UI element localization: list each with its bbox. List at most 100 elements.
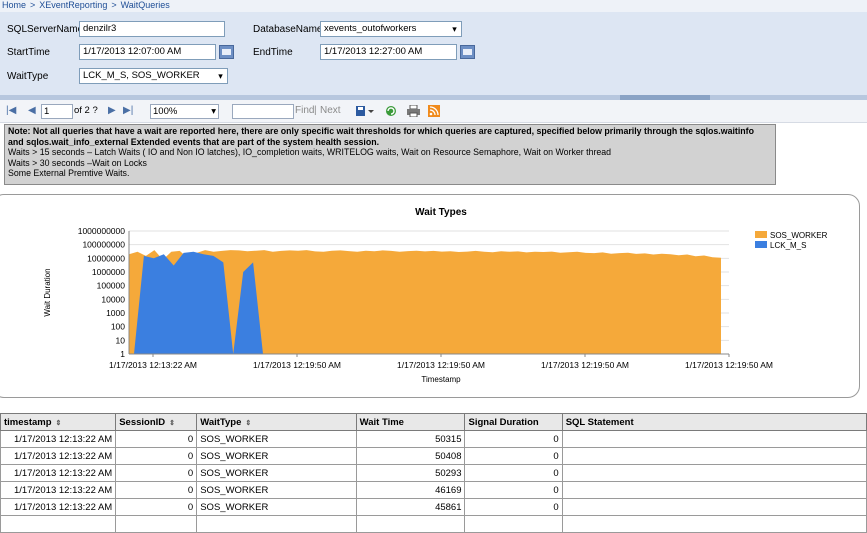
table-cell: 46169 — [355, 481, 466, 499]
table-row: 1/17/2013 12:13:22 AM 0 SOS_WORKER 50293 0 — [0, 464, 867, 482]
databasename-label: DatabaseName — [253, 24, 323, 35]
wait-types-chart-panel: Wait Types 1000000000 100000000 10000000 100… — [0, 194, 860, 398]
breadcrumb-separator: > — [30, 0, 36, 10]
column-header[interactable]: SQL Statement — [561, 413, 867, 431]
column-header[interactable]: timestamp ⇕ — [0, 413, 117, 431]
table-cell: SOS_WORKER — [196, 481, 357, 499]
zoom-value: 100% — [153, 106, 178, 117]
databasename-select[interactable]: xevents_outofworkers ▾ — [320, 21, 462, 37]
wait-queries-table: timestamp ⇕ SessionID ⇕ WaitType ⇕ Wait Time Si… — [0, 413, 867, 533]
table-cell: 1/17/2013 12:13:22 AM — [0, 430, 117, 448]
note-line-3: Waits > 30 seconds –Wait on Locks — [8, 157, 147, 168]
feed-icon[interactable] — [428, 105, 440, 120]
table-cell: 0 — [464, 430, 563, 448]
table-cell — [561, 430, 867, 448]
table-cell: 1/17/2013 12:13:22 AM — [0, 447, 117, 465]
table-cell — [355, 515, 466, 533]
y-tick-label: 10 — [116, 335, 126, 345]
databasename-value: xevents_outofworkers — [324, 23, 417, 34]
waittype-select[interactable]: LCK_M_S, SOS_WORKER ▾ — [79, 68, 228, 84]
table-cell: 1/17/2013 12:13:22 AM — [0, 481, 117, 499]
starttime-label: StartTime — [7, 47, 50, 58]
zoom-select[interactable]: 100% ▾ — [150, 104, 219, 119]
table-cell — [561, 447, 867, 465]
y-tick-label: 100000 — [97, 281, 126, 291]
column-header[interactable]: Signal Duration — [464, 413, 563, 431]
legend-label: LCK_M_S — [770, 241, 806, 250]
table-row: 1/17/2013 12:13:22 AM 0 SOS_WORKER 45861 0 — [0, 498, 867, 516]
table-cell: 0 — [464, 481, 563, 499]
legend-swatch — [755, 231, 767, 238]
table-cell — [115, 515, 198, 533]
sort-icon[interactable]: ⇕ — [169, 420, 175, 427]
table-row: 1/17/2013 12:13:22 AM 0 SOS_WORKER 46169 0 — [0, 481, 867, 499]
table-cell: SOS_WORKER — [196, 464, 357, 482]
chevron-down-icon: ▾ — [211, 106, 216, 117]
table-cell: 50408 — [355, 447, 466, 465]
chevron-down-icon: ▾ — [214, 69, 227, 83]
x-tick-label: 1/17/2013 12:19:50 AM — [253, 360, 341, 370]
note-label: Note: — [8, 126, 31, 136]
page-count: of 2 ? — [74, 105, 98, 116]
table-cell: 1/17/2013 12:13:22 AM — [0, 498, 117, 516]
x-axis-title: Timestamp — [421, 375, 461, 384]
x-tick-label: 1/17/2013 12:19:50 AM — [685, 360, 773, 370]
note-line-2: Waits > 15 seconds – Latch Waits ( IO an… — [8, 147, 612, 157]
find-link[interactable]: Find — [295, 105, 314, 116]
x-tick-label: 1/17/2013 12:19:50 AM — [541, 360, 629, 370]
table-cell: 0 — [464, 498, 563, 516]
table-header-row: timestamp ⇕ SessionID ⇕ WaitType ⇕ Wait Time Si… — [0, 413, 867, 431]
page-number-input[interactable]: 1 — [41, 104, 73, 119]
toolbar-divider: | — [314, 105, 317, 116]
y-tick-label: 100 — [111, 322, 125, 332]
report-toolbar: |◀ ◀ 1 of 2 ? ▶ ▶| 100% ▾ Find | Next — [0, 100, 867, 123]
note-line-1: Not all queries that have a wait are rep… — [8, 126, 754, 147]
column-header[interactable]: SessionID ⇕ — [115, 413, 198, 431]
column-header[interactable]: Wait Time — [355, 413, 466, 431]
table-cell: 45861 — [355, 498, 466, 516]
waittype-label: WaitType — [7, 71, 49, 82]
breadcrumb-waitqueries-link[interactable]: WaitQueries — [119, 0, 172, 10]
column-header[interactable]: WaitType ⇕ — [196, 413, 357, 431]
column-header-label: Wait Time — [359, 416, 404, 428]
next-page-icon[interactable]: ▶ — [108, 105, 116, 116]
last-page-icon[interactable]: ▶| — [123, 105, 133, 116]
table-row: 1/17/2013 12:13:22 AM 0 SOS_WORKER 50408 0 — [0, 447, 867, 465]
chevron-down-icon: ▾ — [448, 22, 461, 36]
table-row — [0, 515, 867, 533]
calendar-icon[interactable] — [460, 45, 475, 59]
print-icon[interactable] — [407, 104, 420, 120]
previous-page-icon[interactable]: ◀ — [28, 105, 36, 116]
table-cell — [464, 515, 563, 533]
next-link[interactable]: Next — [320, 105, 341, 116]
find-input[interactable] — [232, 104, 294, 119]
breadcrumb-xeventreporting-link[interactable]: XEventReporting — [37, 0, 109, 10]
first-page-icon[interactable]: |◀ — [6, 105, 16, 116]
y-tick-label: 1 — [120, 349, 125, 359]
y-tick-label: 1000000000 — [78, 226, 126, 236]
breadcrumb-home-link[interactable]: Home — [0, 0, 28, 10]
column-header-label: WaitType — [200, 416, 242, 428]
starttime-input[interactable]: 1/17/2013 12:07:00 AM — [79, 44, 216, 60]
calendar-icon[interactable] — [219, 45, 234, 59]
y-tick-label: 10000 — [101, 294, 125, 304]
table-cell: 0 — [115, 430, 198, 448]
chart-title: Wait Types — [415, 207, 467, 218]
table-cell — [561, 464, 867, 482]
sort-icon[interactable]: ⇕ — [245, 420, 251, 427]
waittype-value: LCK_M_S, SOS_WORKER — [83, 70, 200, 81]
note-line-4: Some External Premtive Waits. — [8, 168, 130, 178]
sqlservername-input[interactable]: denzilr3 — [79, 21, 225, 37]
refresh-icon[interactable] — [385, 105, 397, 120]
legend-label: SOS_WORKER — [770, 231, 828, 240]
note-paragraph: Note: Not all queries that have a wait a… — [8, 126, 772, 147]
wait-types-chart: Wait Types 1000000000 100000000 10000000 100… — [43, 207, 828, 384]
sort-icon[interactable]: ⇕ — [56, 420, 62, 427]
export-icon[interactable] — [355, 105, 375, 120]
y-tick-label: 100000000 — [82, 240, 125, 250]
endtime-label: EndTime — [253, 47, 293, 58]
x-tick-label: 1/17/2013 12:19:50 AM — [397, 360, 485, 370]
endtime-input[interactable]: 1/17/2013 12:27:00 AM — [320, 44, 457, 60]
breadcrumb-separator: > — [111, 0, 117, 10]
table-cell — [561, 498, 867, 516]
